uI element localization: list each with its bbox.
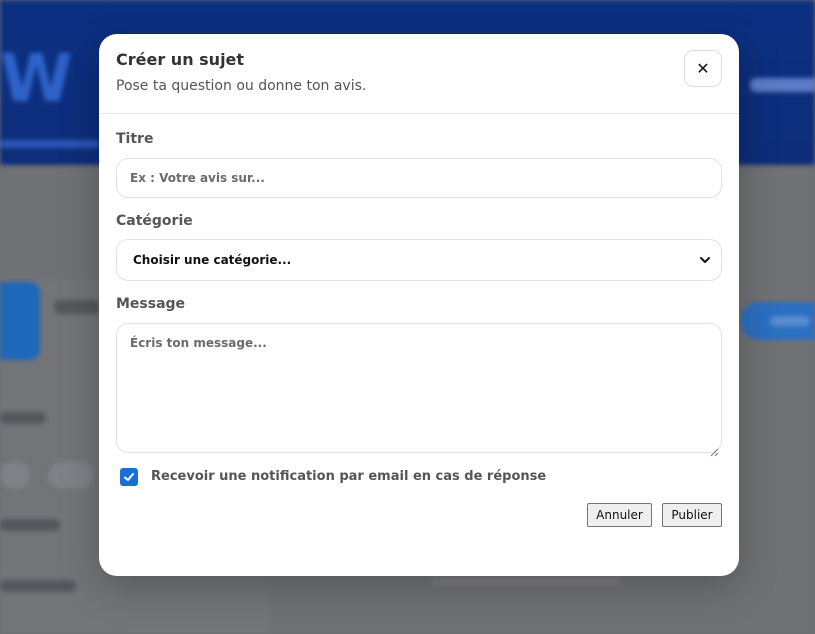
category-selected-value: Choisir une catégorie...	[133, 253, 292, 267]
resize-grip-icon[interactable]	[710, 442, 719, 457]
background-tile	[0, 282, 40, 360]
title-input[interactable]	[116, 158, 722, 198]
chevron-down-icon	[699, 254, 711, 266]
category-label: Catégorie	[116, 213, 193, 229]
background-text-line	[0, 519, 60, 531]
background-chip	[48, 462, 94, 488]
notify-checkbox[interactable]	[120, 468, 138, 486]
background-chip	[0, 462, 30, 488]
check-icon	[124, 473, 134, 481]
close-button[interactable]: ✕	[684, 50, 722, 87]
background-logo-tagline	[0, 140, 100, 148]
background-nav-link	[750, 78, 815, 92]
modal-title: Créer un sujet	[116, 50, 245, 69]
background-text-line	[0, 412, 46, 424]
background-button-label	[770, 316, 810, 326]
background-text-line	[430, 576, 620, 586]
title-label: Titre	[116, 131, 154, 147]
cancel-button[interactable]: Annuler	[587, 503, 652, 527]
category-select[interactable]: Choisir une catégorie...	[116, 239, 722, 281]
close-icon: ✕	[696, 58, 710, 78]
background-text-line	[0, 580, 76, 592]
message-textarea[interactable]	[116, 323, 722, 453]
modal-header: Créer un sujet Pose ta question ou donne…	[99, 34, 739, 114]
notify-checkbox-label[interactable]: Recevoir une notification par email en c…	[151, 469, 546, 484]
create-topic-modal: Créer un sujet Pose ta question ou donne…	[99, 34, 739, 576]
publish-button[interactable]: Publier	[662, 503, 722, 527]
message-label: Message	[116, 296, 186, 312]
background-logo: W	[0, 40, 73, 117]
modal-subtitle: Pose ta question ou donne ton avis.	[116, 78, 367, 94]
background-tile-label	[54, 300, 100, 314]
